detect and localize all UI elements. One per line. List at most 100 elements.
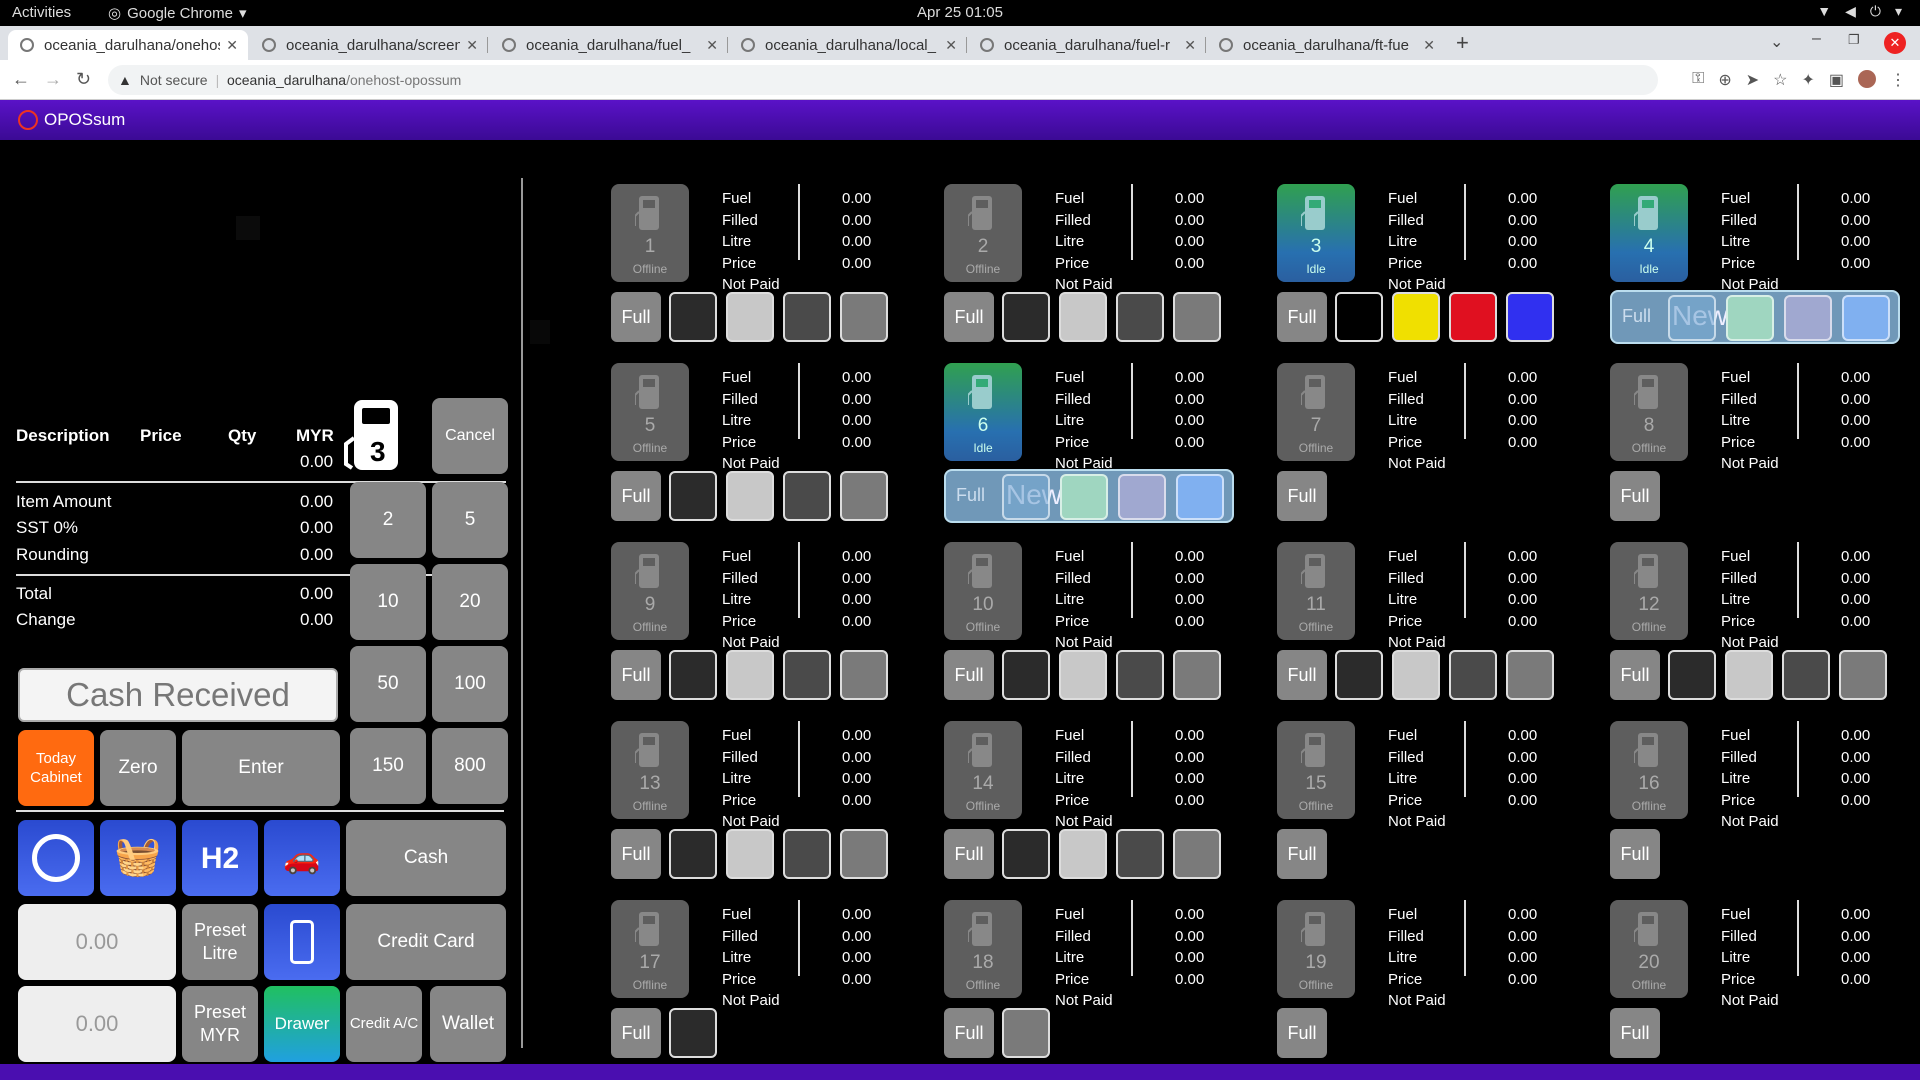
grade-button[interactable] xyxy=(669,292,717,342)
grade-button[interactable] xyxy=(1116,650,1164,700)
close-icon[interactable]: ✕ xyxy=(706,37,718,54)
preset-litre-input[interactable]: 0.00 xyxy=(18,904,176,980)
full-button[interactable]: Full xyxy=(1277,1008,1327,1058)
grade-button[interactable] xyxy=(1002,474,1050,520)
grade-button[interactable] xyxy=(840,471,888,521)
grade-button[interactable] xyxy=(1449,292,1497,342)
tab-search-icon[interactable]: ⌄ xyxy=(1770,32,1783,52)
grade-button[interactable] xyxy=(1176,474,1224,520)
send-icon[interactable]: ➤ xyxy=(1746,70,1759,90)
grade-button[interactable] xyxy=(1002,292,1050,342)
pump-tile[interactable]: 5 Offline xyxy=(611,363,689,461)
grade-button[interactable] xyxy=(1060,474,1108,520)
pump-tile[interactable]: 15 Offline xyxy=(1277,721,1355,819)
activities-button[interactable]: Activities xyxy=(12,4,71,21)
grade-button[interactable] xyxy=(1059,292,1107,342)
pump-tile[interactable]: 4 Idle xyxy=(1610,184,1688,282)
pump-tile[interactable]: 13 Offline xyxy=(611,721,689,819)
grade-button[interactable] xyxy=(1173,829,1221,879)
key-icon[interactable]: ⚿ xyxy=(1692,70,1704,90)
grade-button[interactable] xyxy=(1059,650,1107,700)
full-button[interactable]: Full xyxy=(1277,292,1327,342)
full-button[interactable]: Full xyxy=(944,829,994,879)
close-icon[interactable]: ✕ xyxy=(466,37,478,54)
new-transaction-overlay[interactable]: Full New xyxy=(944,469,1234,523)
pump-tile[interactable]: 7 Offline xyxy=(1277,363,1355,461)
grade-button[interactable] xyxy=(783,292,831,342)
grade-button[interactable] xyxy=(669,1008,717,1058)
grade-button[interactable] xyxy=(1506,650,1554,700)
full-button[interactable]: Full xyxy=(611,471,661,521)
grade-button[interactable] xyxy=(1839,650,1887,700)
amount-10-button[interactable]: 10 xyxy=(350,564,426,640)
grade-button[interactable] xyxy=(1173,650,1221,700)
grade-button[interactable] xyxy=(1668,295,1716,341)
tab-onehost-opossum[interactable]: oceania_darulhana/onehost-opossum ✕ xyxy=(8,30,248,60)
reload-icon[interactable]: ↻ xyxy=(76,69,91,90)
amount-150-button[interactable]: 150 xyxy=(350,728,426,804)
preset-myr-input[interactable]: 0.00 xyxy=(18,986,176,1062)
grade-button[interactable] xyxy=(840,292,888,342)
full-button[interactable]: Full xyxy=(611,1008,661,1058)
wallet-button[interactable]: Wallet xyxy=(430,986,506,1062)
app-menu[interactable]: ◎ Google Chrome ▾ xyxy=(108,4,247,23)
grade-button[interactable] xyxy=(1449,650,1497,700)
grade-button[interactable] xyxy=(1118,474,1166,520)
full-button[interactable]: Full xyxy=(1277,471,1327,521)
amount-50-button[interactable]: 50 xyxy=(350,646,426,722)
cash-received-input[interactable]: Cash Received xyxy=(18,668,338,722)
new-tab-icon[interactable]: + xyxy=(1456,30,1469,56)
full-button[interactable]: Full xyxy=(1277,650,1327,700)
amount-100-button[interactable]: 100 xyxy=(432,646,508,722)
pump-tile[interactable]: 12 Offline xyxy=(1610,542,1688,640)
window-close-icon[interactable]: ✕ xyxy=(1884,32,1906,54)
opossum-button[interactable] xyxy=(18,820,94,896)
tab-screen[interactable]: oceania_darulhana/screen ✕ xyxy=(250,30,488,60)
basket-button[interactable]: 🧺 xyxy=(100,820,176,896)
close-icon[interactable]: ✕ xyxy=(945,37,957,54)
pump-tile[interactable]: 6 Idle xyxy=(944,363,1022,461)
tab-fuel-r[interactable]: oceania_darulhana/fuel-r ✕ xyxy=(968,30,1206,60)
extensions-icon[interactable]: ✦ xyxy=(1801,70,1814,90)
pump-tile[interactable]: 20 Offline xyxy=(1610,900,1688,998)
system-tray[interactable]: ▼ ◀ ⏻ ▾ xyxy=(1817,3,1902,20)
sidebar-icon[interactable]: ▣ xyxy=(1829,70,1844,90)
grade-button[interactable] xyxy=(726,829,774,879)
preset-litre-button[interactable]: Preset Litre xyxy=(182,904,258,980)
tab-ft-fue[interactable]: oceania_darulhana/ft-fue ✕ xyxy=(1207,30,1445,60)
back-icon[interactable]: ← xyxy=(12,69,30,90)
grade-button[interactable] xyxy=(1668,650,1716,700)
star-icon[interactable]: ☆ xyxy=(1773,70,1787,90)
full-button[interactable]: Full xyxy=(944,292,994,342)
zero-button[interactable]: Zero xyxy=(100,730,176,806)
grade-button[interactable] xyxy=(840,829,888,879)
grade-button[interactable] xyxy=(1782,650,1830,700)
amount-20-button[interactable]: 20 xyxy=(432,564,508,640)
full-button[interactable]: Full xyxy=(611,829,661,879)
pump-tile[interactable]: 9 Offline xyxy=(611,542,689,640)
cash-button[interactable]: Cash xyxy=(346,820,506,896)
grade-button[interactable] xyxy=(1392,292,1440,342)
grade-button[interactable] xyxy=(1506,292,1554,342)
clock[interactable]: Apr 25 01:05 xyxy=(0,4,1920,21)
grade-button[interactable] xyxy=(1116,292,1164,342)
pump-tile[interactable]: 16 Offline xyxy=(1610,721,1688,819)
grade-button[interactable] xyxy=(1002,829,1050,879)
pump-tile[interactable]: 19 Offline xyxy=(1277,900,1355,998)
zoom-icon[interactable]: ⊕ xyxy=(1718,70,1731,90)
grade-button[interactable] xyxy=(726,650,774,700)
grade-button[interactable] xyxy=(1784,295,1832,341)
grade-button[interactable] xyxy=(726,471,774,521)
pump-tile[interactable]: 1 Offline xyxy=(611,184,689,282)
grade-button[interactable] xyxy=(783,829,831,879)
today-cabinet-button[interactable]: Today Cabinet xyxy=(18,730,94,806)
pump-tile[interactable]: 2 Offline xyxy=(944,184,1022,282)
menu-icon[interactable]: ⋮ xyxy=(1890,70,1906,90)
minimize-icon[interactable]: – xyxy=(1812,30,1821,48)
pump-tile[interactable]: 11 Offline xyxy=(1277,542,1355,640)
full-button[interactable]: Full xyxy=(1610,1008,1660,1058)
tab-fuel[interactable]: oceania_darulhana/fuel_ ✕ xyxy=(490,30,728,60)
pump-tile[interactable]: 10 Offline xyxy=(944,542,1022,640)
grade-button[interactable] xyxy=(726,292,774,342)
mobile-payment-button[interactable] xyxy=(264,904,340,980)
